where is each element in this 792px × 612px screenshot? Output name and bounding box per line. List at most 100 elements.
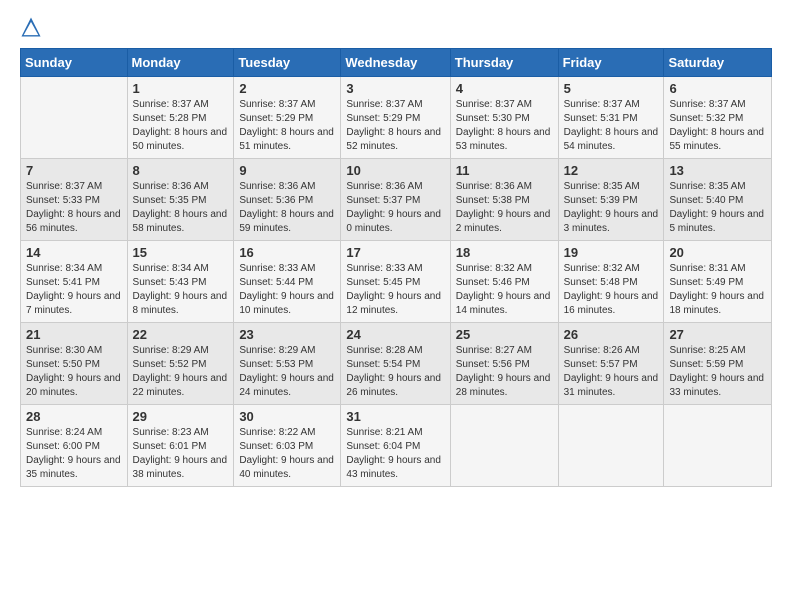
day-info: Sunrise: 8:33 AM Sunset: 5:44 PM Dayligh… bbox=[239, 262, 335, 318]
day-info: Sunrise: 8:21 AM Sunset: 6:04 PM Dayligh… bbox=[346, 426, 444, 482]
calendar-week-row: 14 Sunrise: 8:34 AM Sunset: 5:41 PM Dayli… bbox=[21, 241, 772, 323]
calendar-cell: 11 Sunrise: 8:36 AM Sunset: 5:38 PM Dayli… bbox=[450, 159, 558, 241]
day-number: 30 bbox=[239, 409, 335, 424]
calendar-week-row: 1 Sunrise: 8:37 AM Sunset: 5:28 PM Daylig… bbox=[21, 77, 772, 159]
day-number: 26 bbox=[564, 327, 659, 342]
calendar-header-row: SundayMondayTuesdayWednesdayThursdayFrid… bbox=[21, 49, 772, 77]
page-header bbox=[20, 16, 772, 38]
calendar-cell: 30 Sunrise: 8:22 AM Sunset: 6:03 PM Dayli… bbox=[234, 405, 341, 487]
calendar-cell: 7 Sunrise: 8:37 AM Sunset: 5:33 PM Daylig… bbox=[21, 159, 128, 241]
calendar-cell: 26 Sunrise: 8:26 AM Sunset: 5:57 PM Dayli… bbox=[558, 323, 664, 405]
day-number: 5 bbox=[564, 81, 659, 96]
calendar-cell bbox=[664, 405, 772, 487]
calendar-cell: 8 Sunrise: 8:36 AM Sunset: 5:35 PM Daylig… bbox=[127, 159, 234, 241]
day-info: Sunrise: 8:32 AM Sunset: 5:48 PM Dayligh… bbox=[564, 262, 659, 318]
day-info: Sunrise: 8:24 AM Sunset: 6:00 PM Dayligh… bbox=[26, 426, 122, 482]
day-number: 7 bbox=[26, 163, 122, 178]
calendar-cell: 9 Sunrise: 8:36 AM Sunset: 5:36 PM Daylig… bbox=[234, 159, 341, 241]
day-number: 17 bbox=[346, 245, 444, 260]
day-info: Sunrise: 8:37 AM Sunset: 5:28 PM Dayligh… bbox=[133, 98, 229, 154]
calendar-cell: 14 Sunrise: 8:34 AM Sunset: 5:41 PM Dayli… bbox=[21, 241, 128, 323]
calendar-day-header: Thursday bbox=[450, 49, 558, 77]
calendar-cell: 13 Sunrise: 8:35 AM Sunset: 5:40 PM Dayli… bbox=[664, 159, 772, 241]
calendar-cell: 1 Sunrise: 8:37 AM Sunset: 5:28 PM Daylig… bbox=[127, 77, 234, 159]
day-number: 20 bbox=[669, 245, 766, 260]
calendar-week-row: 21 Sunrise: 8:30 AM Sunset: 5:50 PM Dayli… bbox=[21, 323, 772, 405]
calendar-day-header: Saturday bbox=[664, 49, 772, 77]
calendar-cell: 15 Sunrise: 8:34 AM Sunset: 5:43 PM Dayli… bbox=[127, 241, 234, 323]
day-info: Sunrise: 8:32 AM Sunset: 5:46 PM Dayligh… bbox=[456, 262, 553, 318]
day-number: 29 bbox=[133, 409, 229, 424]
calendar-cell: 21 Sunrise: 8:30 AM Sunset: 5:50 PM Dayli… bbox=[21, 323, 128, 405]
calendar-cell: 31 Sunrise: 8:21 AM Sunset: 6:04 PM Dayli… bbox=[341, 405, 450, 487]
day-info: Sunrise: 8:36 AM Sunset: 5:38 PM Dayligh… bbox=[456, 180, 553, 236]
day-number: 28 bbox=[26, 409, 122, 424]
calendar-cell: 18 Sunrise: 8:32 AM Sunset: 5:46 PM Dayli… bbox=[450, 241, 558, 323]
day-info: Sunrise: 8:22 AM Sunset: 6:03 PM Dayligh… bbox=[239, 426, 335, 482]
day-number: 16 bbox=[239, 245, 335, 260]
day-info: Sunrise: 8:33 AM Sunset: 5:45 PM Dayligh… bbox=[346, 262, 444, 318]
day-info: Sunrise: 8:37 AM Sunset: 5:31 PM Dayligh… bbox=[564, 98, 659, 154]
day-number: 13 bbox=[669, 163, 766, 178]
day-info: Sunrise: 8:26 AM Sunset: 5:57 PM Dayligh… bbox=[564, 344, 659, 400]
day-number: 2 bbox=[239, 81, 335, 96]
calendar-day-header: Wednesday bbox=[341, 49, 450, 77]
calendar-cell: 28 Sunrise: 8:24 AM Sunset: 6:00 PM Dayli… bbox=[21, 405, 128, 487]
calendar-cell: 20 Sunrise: 8:31 AM Sunset: 5:49 PM Dayli… bbox=[664, 241, 772, 323]
day-info: Sunrise: 8:30 AM Sunset: 5:50 PM Dayligh… bbox=[26, 344, 122, 400]
calendar-cell: 27Sunrise: 8:25 AM Sunset: 5:59 PM Dayli… bbox=[664, 323, 772, 405]
day-number: 6 bbox=[669, 81, 766, 96]
calendar-cell: 17 Sunrise: 8:33 AM Sunset: 5:45 PM Dayli… bbox=[341, 241, 450, 323]
day-number: 15 bbox=[133, 245, 229, 260]
calendar-day-header: Friday bbox=[558, 49, 664, 77]
calendar-cell bbox=[450, 405, 558, 487]
logo bbox=[20, 16, 46, 38]
day-number: 11 bbox=[456, 163, 553, 178]
day-number: 14 bbox=[26, 245, 122, 260]
day-info: Sunrise: 8:34 AM Sunset: 5:43 PM Dayligh… bbox=[133, 262, 229, 318]
day-info: Sunrise: 8:37 AM Sunset: 5:29 PM Dayligh… bbox=[239, 98, 335, 154]
calendar-cell: 10Sunrise: 8:36 AM Sunset: 5:37 PM Dayli… bbox=[341, 159, 450, 241]
calendar-day-header: Monday bbox=[127, 49, 234, 77]
day-info: Sunrise: 8:34 AM Sunset: 5:41 PM Dayligh… bbox=[26, 262, 122, 318]
calendar-cell: 22Sunrise: 8:29 AM Sunset: 5:52 PM Dayli… bbox=[127, 323, 234, 405]
calendar-cell: 3 Sunrise: 8:37 AM Sunset: 5:29 PM Daylig… bbox=[341, 77, 450, 159]
day-number: 25 bbox=[456, 327, 553, 342]
day-number: 3 bbox=[346, 81, 444, 96]
day-info: Sunrise: 8:35 AM Sunset: 5:39 PM Dayligh… bbox=[564, 180, 659, 236]
day-info: Sunrise: 8:29 AM Sunset: 5:52 PM Dayligh… bbox=[133, 344, 229, 400]
day-number: 10 bbox=[346, 163, 444, 178]
day-number: 12 bbox=[564, 163, 659, 178]
day-info: Sunrise: 8:37 AM Sunset: 5:33 PM Dayligh… bbox=[26, 180, 122, 236]
day-number: 31 bbox=[346, 409, 444, 424]
day-info: Sunrise: 8:36 AM Sunset: 5:36 PM Dayligh… bbox=[239, 180, 335, 236]
day-number: 27 bbox=[669, 327, 766, 342]
day-number: 24 bbox=[346, 327, 444, 342]
calendar-cell: 16 Sunrise: 8:33 AM Sunset: 5:44 PM Dayli… bbox=[234, 241, 341, 323]
calendar-day-header: Sunday bbox=[21, 49, 128, 77]
calendar-cell bbox=[21, 77, 128, 159]
day-info: Sunrise: 8:29 AM Sunset: 5:53 PM Dayligh… bbox=[239, 344, 335, 400]
day-number: 8 bbox=[133, 163, 229, 178]
page-container: SundayMondayTuesdayWednesdayThursdayFrid… bbox=[0, 0, 792, 612]
day-number: 9 bbox=[239, 163, 335, 178]
calendar-cell: 23Sunrise: 8:29 AM Sunset: 5:53 PM Dayli… bbox=[234, 323, 341, 405]
calendar-cell bbox=[558, 405, 664, 487]
calendar-cell: 29Sunrise: 8:23 AM Sunset: 6:01 PM Dayli… bbox=[127, 405, 234, 487]
day-info: Sunrise: 8:37 AM Sunset: 5:29 PM Dayligh… bbox=[346, 98, 444, 154]
day-number: 4 bbox=[456, 81, 553, 96]
day-info: Sunrise: 8:35 AM Sunset: 5:40 PM Dayligh… bbox=[669, 180, 766, 236]
calendar-cell: 25Sunrise: 8:27 AM Sunset: 5:56 PM Dayli… bbox=[450, 323, 558, 405]
calendar-week-row: 28 Sunrise: 8:24 AM Sunset: 6:00 PM Dayli… bbox=[21, 405, 772, 487]
calendar-cell: 6Sunrise: 8:37 AM Sunset: 5:32 PM Daylig… bbox=[664, 77, 772, 159]
calendar-cell: 19 Sunrise: 8:32 AM Sunset: 5:48 PM Dayli… bbox=[558, 241, 664, 323]
day-info: Sunrise: 8:36 AM Sunset: 5:35 PM Dayligh… bbox=[133, 180, 229, 236]
day-info: Sunrise: 8:31 AM Sunset: 5:49 PM Dayligh… bbox=[669, 262, 766, 318]
calendar-cell: 5 Sunrise: 8:37 AM Sunset: 5:31 PM Daylig… bbox=[558, 77, 664, 159]
day-number: 21 bbox=[26, 327, 122, 342]
day-number: 1 bbox=[133, 81, 229, 96]
day-number: 19 bbox=[564, 245, 659, 260]
calendar-table: SundayMondayTuesdayWednesdayThursdayFrid… bbox=[20, 48, 772, 487]
logo-icon bbox=[20, 16, 42, 38]
day-number: 18 bbox=[456, 245, 553, 260]
